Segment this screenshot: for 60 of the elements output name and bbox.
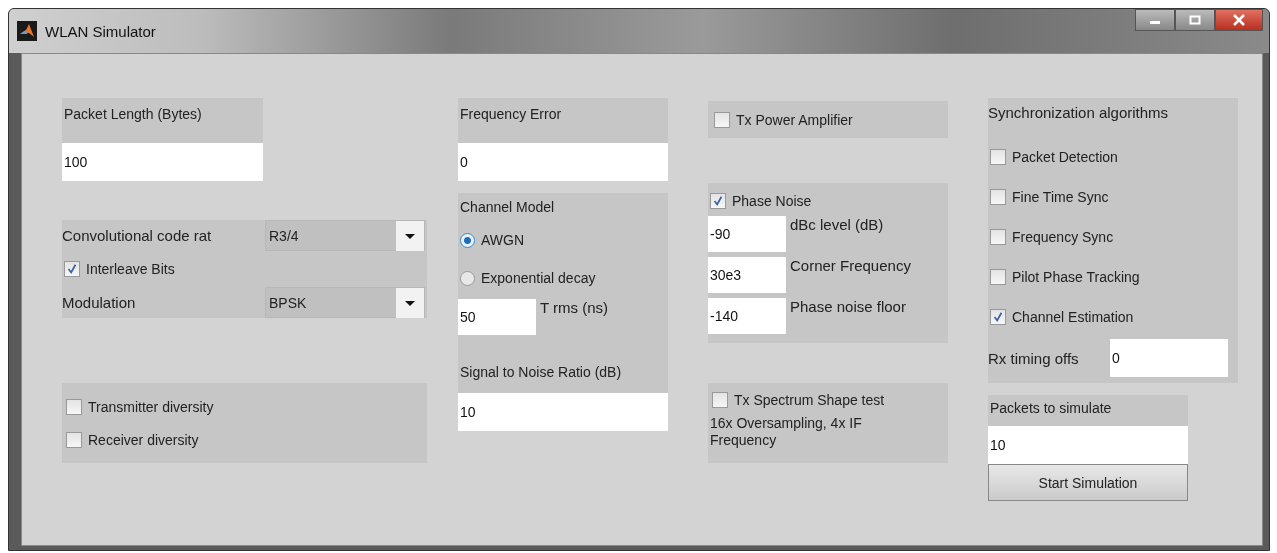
- checkbox[interactable]: [710, 193, 726, 209]
- radio-button[interactable]: [460, 232, 475, 248]
- minimize-button[interactable]: [1135, 9, 1175, 31]
- checkbox-label: Packet Detection: [1012, 149, 1118, 165]
- checkbox-label: Tx Spectrum Shape test: [734, 392, 885, 408]
- close-button[interactable]: [1215, 9, 1263, 31]
- input-field[interactable]: 10: [988, 426, 1188, 464]
- input-field[interactable]: 100: [62, 143, 263, 181]
- input-field[interactable]: 30e3: [708, 257, 786, 293]
- checkbox[interactable]: [990, 269, 1006, 285]
- radio-button[interactable]: [460, 270, 475, 286]
- radio-label: Exponential decay: [481, 270, 596, 286]
- checkbox[interactable]: [990, 309, 1006, 325]
- checkbox[interactable]: [66, 431, 82, 448]
- checkbox[interactable]: [714, 111, 730, 128]
- input-field[interactable]: 0: [1110, 339, 1228, 377]
- maximize-icon: [1189, 15, 1201, 25]
- radio-label: AWGN: [481, 232, 525, 248]
- checkbox-label: Pilot Phase Tracking: [1012, 269, 1140, 285]
- code-rate-dropdown[interactable]: R3/4: [265, 220, 425, 251]
- field-label: T rms (ns): [539, 299, 609, 317]
- checkbox-label: Receiver diversity: [88, 431, 199, 448]
- window-title: WLAN Simulator: [45, 22, 156, 40]
- checkbox[interactable]: [712, 392, 728, 408]
- checkbox-label: Frequency Sync: [1012, 229, 1114, 245]
- caret-icon: [396, 220, 424, 251]
- modulation-dropdown[interactable]: BPSK: [265, 287, 425, 318]
- checkbox-label: Channel Estimation: [1012, 309, 1134, 325]
- field-label: Modulation: [62, 294, 137, 311]
- group-label: Synchronization algorithms: [988, 103, 1170, 123]
- input-field[interactable]: 0: [458, 143, 668, 181]
- checkbox-label: Fine Time Sync: [1012, 189, 1109, 205]
- field-label: Rx timing offs: [988, 349, 1080, 367]
- field-label: Corner Frequency: [789, 257, 911, 275]
- note-text: 16x Oversampling, 4x IF Frequency: [709, 415, 863, 449]
- input-field[interactable]: 50: [458, 299, 536, 335]
- app-icon: [17, 21, 37, 41]
- start-simulation-button[interactable]: Start Simulation: [988, 464, 1188, 501]
- field-label: Frequency Error: [458, 98, 668, 143]
- checkbox[interactable]: [990, 229, 1006, 245]
- checkbox-label: Transmitter diversity: [88, 398, 214, 415]
- input-field[interactable]: -140: [708, 298, 786, 334]
- close-icon: [1232, 14, 1246, 26]
- maximize-button[interactable]: [1175, 9, 1215, 31]
- caret-icon: [396, 287, 424, 318]
- checkbox[interactable]: [66, 398, 82, 415]
- field-label: Phase noise floor: [789, 298, 906, 316]
- field-label: Convolutional code rat: [62, 227, 213, 244]
- checkbox-label: Interleave Bits: [86, 261, 175, 277]
- field-label: dBc level (dB): [789, 216, 884, 234]
- checkbox[interactable]: [990, 189, 1006, 205]
- checkbox-label: Phase Noise: [732, 193, 812, 209]
- input-field[interactable]: 10: [458, 393, 668, 431]
- checkbox[interactable]: [990, 149, 1006, 165]
- field-label: Packet Length (Bytes): [62, 98, 263, 143]
- checkbox[interactable]: [64, 261, 80, 277]
- checkbox-label: Tx Power Amplifier: [736, 111, 853, 128]
- input-field[interactable]: -90: [708, 216, 786, 252]
- group-label: Channel Model: [459, 198, 556, 217]
- field-label: Packets to simulate: [988, 395, 1188, 426]
